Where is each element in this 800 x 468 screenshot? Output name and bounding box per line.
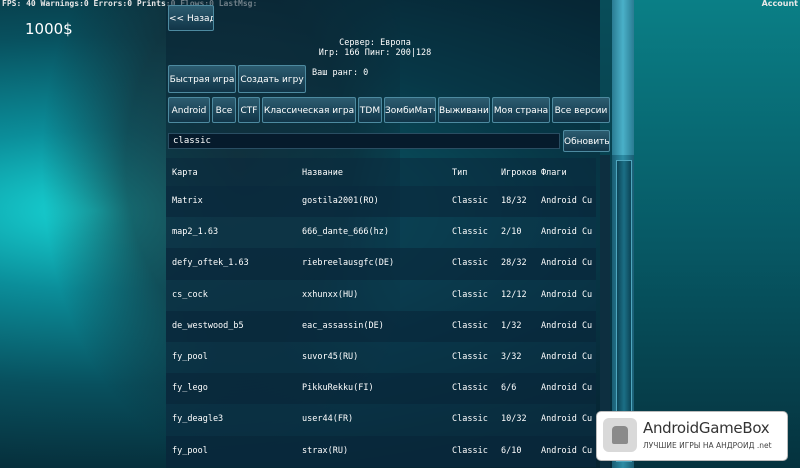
- cell-players: 12/12: [501, 289, 527, 300]
- cell-flags: Android Cu: [541, 383, 593, 394]
- cell-name: eac_assassin(DE): [302, 320, 384, 331]
- table-row[interactable]: Matrix gostila2001(RO) Classic 18/32 And…: [166, 186, 596, 218]
- cell-flags: Android Cu: [541, 289, 593, 300]
- cell-type: Classic: [452, 320, 488, 331]
- cell-name: suvor45(RU): [302, 351, 359, 362]
- server-region: Сервер: Европа: [339, 38, 411, 48]
- back-button[interactable]: << Назад: [168, 5, 214, 31]
- cell-name: gostila2001(RO): [302, 196, 379, 206]
- table-row[interactable]: defy_oftek_1.63 riebreelausgfc(DE) Class…: [166, 248, 596, 280]
- cell-map: cs_cock: [172, 289, 208, 300]
- cell-map: fy_lego: [172, 383, 208, 394]
- refresh-button[interactable]: Обновить: [563, 130, 610, 152]
- cell-name: PikkuRekku(FI): [302, 383, 374, 394]
- cell-flags: Android Cu: [541, 227, 593, 238]
- cell-type: Classic: [452, 414, 488, 425]
- cell-map: Matrix: [172, 196, 203, 206]
- table-row[interactable]: fy_pool strax(RU) Classic 6/10 Android C…: [166, 435, 596, 467]
- table-row[interactable]: fy_lego PikkuRekku(FI) Classic 6/6 Andro…: [166, 373, 596, 405]
- cell-players: 1/32: [501, 320, 522, 331]
- table-row[interactable]: map2_1.63 666_dante_666(hz) Classic 2/10…: [166, 217, 596, 249]
- rank-label: Ваш ранг: 0: [312, 68, 369, 78]
- filter-all[interactable]: Все: [212, 97, 236, 123]
- filter-android[interactable]: Android: [168, 97, 210, 123]
- header-players[interactable]: Игроков: [501, 168, 537, 178]
- cell-flags: Android Cu: [541, 196, 593, 206]
- android-logo-icon: [603, 418, 637, 452]
- table-row[interactable]: de_westwood_b5 eac_assassin(DE) Classic …: [166, 310, 596, 342]
- filter-tdm[interactable]: TDM: [358, 97, 382, 123]
- table-row[interactable]: fy_pool suvor45(RU) Classic 3/32 Android…: [166, 341, 596, 374]
- cell-map: defy_oftek_1.63: [172, 258, 249, 269]
- cell-map: fy_deagle3: [172, 414, 224, 425]
- server-stats: Игр: 166 Пинг: 200|128: [318, 48, 432, 58]
- cell-name: user44(FR): [302, 414, 354, 425]
- cell-flags: Android Cu: [541, 320, 593, 331]
- cell-name: riebreelausgfc(DE): [302, 258, 395, 269]
- cell-players: 28/32: [501, 258, 527, 269]
- cell-flags: Android Cu: [541, 351, 593, 362]
- account-label[interactable]: Account: [762, 0, 798, 8]
- cell-type: Classic: [452, 227, 488, 238]
- filter-ctf[interactable]: CTF: [238, 97, 260, 123]
- filter-my-country[interactable]: Моя страна: [492, 97, 550, 123]
- scrollbar-top: [612, 0, 634, 155]
- filter-all-versions[interactable]: Все версии: [552, 97, 610, 123]
- cell-players: 3/32: [501, 351, 522, 362]
- cell-name: xxhunxx(HU): [302, 289, 359, 300]
- header-map[interactable]: Карта: [172, 168, 198, 178]
- header-type[interactable]: Тип: [452, 168, 467, 178]
- table-row[interactable]: fy_deagle3 user44(FR) Classic 10/32 Andr…: [166, 404, 596, 436]
- table-header: Карта Название Тип Игроков Флаги: [166, 158, 596, 186]
- filter-survival[interactable]: Выживание: [438, 97, 490, 123]
- cell-flags: Android Cu: [541, 258, 593, 269]
- cell-type: Classic: [452, 258, 488, 269]
- cell-flags: Android Cu: [541, 445, 593, 456]
- watermark-subtitle: ЛУЧШИЕ ИГРЫ НА АНДРОИД .net: [643, 441, 772, 450]
- cell-type: Classic: [452, 445, 488, 456]
- filter-zombie[interactable]: ЗомбиМатч: [384, 97, 436, 123]
- cell-players: 18/32: [501, 196, 527, 206]
- server-info: Сервер: Европа Игр: 166 Пинг: 200|128: [300, 38, 450, 58]
- watermark-title: AndroidGameBox: [643, 419, 770, 437]
- cell-type: Classic: [452, 351, 488, 362]
- cell-map: de_westwood_b5: [172, 320, 244, 331]
- cell-players: 6/6: [501, 383, 517, 394]
- cell-map: fy_pool: [172, 445, 208, 456]
- filter-classic[interactable]: Классическая игра: [262, 97, 356, 123]
- header-flags[interactable]: Флаги: [541, 168, 567, 178]
- header-name[interactable]: Название: [302, 168, 343, 178]
- cell-type: Classic: [452, 289, 488, 300]
- watermark-banner: AndroidGameBox ЛУЧШИЕ ИГРЫ НА АНДРОИД .n…: [596, 411, 788, 461]
- money-counter: 1000$: [25, 20, 73, 38]
- cell-players: 2/10: [501, 227, 522, 238]
- cell-type: Classic: [452, 383, 488, 394]
- cell-name: 666_dante_666(hz): [302, 227, 389, 238]
- search-input[interactable]: [168, 133, 560, 149]
- cell-name: strax(RU): [302, 445, 349, 456]
- cell-type: Classic: [452, 196, 488, 206]
- create-game-button[interactable]: Создать игру: [238, 65, 306, 93]
- cell-players: 6/10: [501, 445, 522, 456]
- cell-players: 10/32: [501, 414, 527, 425]
- server-table: Карта Название Тип Игроков Флаги Matrix …: [166, 158, 596, 467]
- cell-map: fy_pool: [172, 351, 208, 362]
- cell-flags: Android Cu: [541, 414, 593, 425]
- table-row[interactable]: cs_cock xxhunxx(HU) Classic 12/12 Androi…: [166, 279, 596, 311]
- quick-game-button[interactable]: Быстрая игра: [168, 65, 236, 93]
- cell-map: map2_1.63: [172, 227, 219, 238]
